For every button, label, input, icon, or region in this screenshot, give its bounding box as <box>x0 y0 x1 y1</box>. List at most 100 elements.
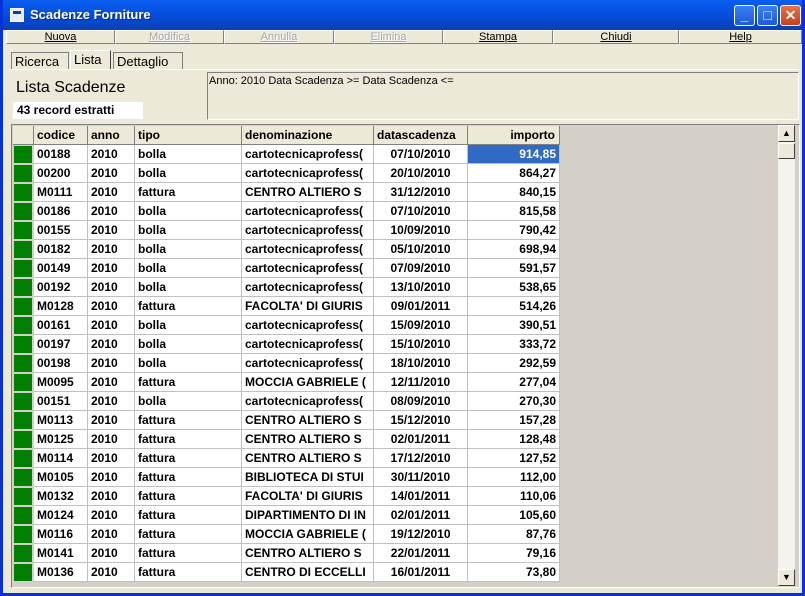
cell-tipo[interactable]: bolla <box>135 354 242 373</box>
cell-codice[interactable]: M0114 <box>34 449 88 468</box>
cell-importo[interactable]: 73,80 <box>468 563 560 582</box>
table-row[interactable]: M0111 2010 fattura CENTRO ALTIERO S 31/12/20… <box>13 183 560 202</box>
cell-denominazione[interactable]: FACOLTA' DI GIURIS <box>242 487 374 506</box>
cell-codice[interactable]: M0132 <box>34 487 88 506</box>
cell-importo[interactable]: 110,06 <box>468 487 560 506</box>
cell-anno[interactable]: 2010 <box>88 316 135 335</box>
cell-denominazione[interactable]: cartotecnicaprofess( <box>242 354 374 373</box>
cell-denominazione[interactable]: CENTRO DI ECCELLI <box>242 563 374 582</box>
cell-importo[interactable]: 277,04 <box>468 373 560 392</box>
row-selector[interactable] <box>14 393 32 410</box>
table-row[interactable]: M0105 2010 fattura BIBLIOTECA DI STUI 30/11/… <box>13 468 560 487</box>
cell-tipo[interactable]: bolla <box>135 164 242 183</box>
table-row[interactable]: M0113 2010 fattura CENTRO ALTIERO S 15/12/20… <box>13 411 560 430</box>
column-header-anno[interactable]: anno <box>88 126 135 145</box>
row-selector[interactable] <box>14 526 32 543</box>
row-selector[interactable] <box>14 260 32 277</box>
cell-datascadenza[interactable]: 07/10/2010 <box>374 202 468 221</box>
row-selector[interactable] <box>14 564 32 581</box>
cell-tipo[interactable]: fattura <box>135 563 242 582</box>
tab-dettaglio[interactable]: Dettaglio <box>113 52 183 69</box>
toolbar-button-stampa[interactable]: Stampa <box>443 30 553 44</box>
close-button[interactable]: ✕ <box>780 5 801 26</box>
row-selector[interactable] <box>14 317 32 334</box>
cell-datascadenza[interactable]: 15/12/2010 <box>374 411 468 430</box>
cell-importo[interactable]: 914,85 <box>468 145 560 164</box>
cell-denominazione[interactable]: MOCCIA GABRIELE ( <box>242 525 374 544</box>
cell-tipo[interactable]: fattura <box>135 373 242 392</box>
cell-tipo[interactable]: bolla <box>135 335 242 354</box>
cell-codice[interactable]: 00161 <box>34 316 88 335</box>
toolbar-button-help[interactable]: Help <box>679 30 802 44</box>
cell-codice[interactable]: 00200 <box>34 164 88 183</box>
cell-tipo[interactable]: fattura <box>135 183 242 202</box>
cell-datascadenza[interactable]: 02/01/2011 <box>374 430 468 449</box>
cell-tipo[interactable]: fattura <box>135 297 242 316</box>
cell-tipo[interactable]: fattura <box>135 506 242 525</box>
cell-denominazione[interactable]: CENTRO ALTIERO S <box>242 411 374 430</box>
row-selector[interactable] <box>14 469 32 486</box>
cell-anno[interactable]: 2010 <box>88 487 135 506</box>
cell-anno[interactable]: 2010 <box>88 164 135 183</box>
row-selector[interactable] <box>14 203 32 220</box>
table-row[interactable]: M0141 2010 fattura CENTRO ALTIERO S 22/01/20… <box>13 544 560 563</box>
cell-anno[interactable]: 2010 <box>88 259 135 278</box>
tab-lista[interactable]: Lista <box>70 50 111 70</box>
table-row[interactable]: M0124 2010 fattura DIPARTIMENTO DI IN 02/01/… <box>13 506 560 525</box>
cell-anno[interactable]: 2010 <box>88 278 135 297</box>
cell-denominazione[interactable]: cartotecnicaprofess( <box>242 145 374 164</box>
cell-tipo[interactable]: fattura <box>135 468 242 487</box>
cell-codice[interactable]: M0111 <box>34 183 88 202</box>
row-selector[interactable] <box>14 184 32 201</box>
maximize-button[interactable]: □ <box>757 5 778 26</box>
table-row[interactable]: M0125 2010 fattura CENTRO ALTIERO S 02/01/20… <box>13 430 560 449</box>
cell-importo[interactable]: 128,48 <box>468 430 560 449</box>
cell-importo[interactable]: 270,30 <box>468 392 560 411</box>
cell-codice[interactable]: M0095 <box>34 373 88 392</box>
cell-anno[interactable]: 2010 <box>88 183 135 202</box>
cell-anno[interactable]: 2010 <box>88 411 135 430</box>
cell-codice[interactable]: 00182 <box>34 240 88 259</box>
cell-denominazione[interactable]: cartotecnicaprofess( <box>242 221 374 240</box>
cell-tipo[interactable]: bolla <box>135 240 242 259</box>
cell-datascadenza[interactable]: 12/11/2010 <box>374 373 468 392</box>
cell-tipo[interactable]: fattura <box>135 411 242 430</box>
table-row[interactable]: 00198 2010 bolla cartotecnicaprofess(18/10/… <box>13 354 560 373</box>
cell-datascadenza[interactable]: 15/09/2010 <box>374 316 468 335</box>
cell-datascadenza[interactable]: 07/10/2010 <box>374 145 468 164</box>
cell-codice[interactable]: M0141 <box>34 544 88 563</box>
toolbar-button-nuova[interactable]: Nuova <box>6 30 115 44</box>
cell-datascadenza[interactable]: 31/12/2010 <box>374 183 468 202</box>
cell-datascadenza[interactable]: 16/01/2011 <box>374 563 468 582</box>
cell-denominazione[interactable]: CENTRO ALTIERO S <box>242 430 374 449</box>
cell-denominazione[interactable]: cartotecnicaprofess( <box>242 259 374 278</box>
cell-tipo[interactable]: bolla <box>135 221 242 240</box>
cell-tipo[interactable]: fattura <box>135 449 242 468</box>
cell-importo[interactable]: 105,60 <box>468 506 560 525</box>
cell-codice[interactable]: M0113 <box>34 411 88 430</box>
cell-denominazione[interactable]: DIPARTIMENTO DI IN <box>242 506 374 525</box>
cell-codice[interactable]: 00155 <box>34 221 88 240</box>
row-selector[interactable] <box>14 146 32 163</box>
row-selector[interactable] <box>14 488 32 505</box>
cell-codice[interactable]: M0116 <box>34 525 88 544</box>
row-selector[interactable] <box>14 336 32 353</box>
scroll-thumb[interactable] <box>778 143 795 159</box>
table-row[interactable]: M0136 2010 fattura CENTRO DI ECCELLI 16/01/2… <box>13 563 560 582</box>
cell-tipo[interactable]: fattura <box>135 525 242 544</box>
row-selector[interactable] <box>14 241 32 258</box>
cell-denominazione[interactable]: cartotecnicaprofess( <box>242 335 374 354</box>
cell-datascadenza[interactable]: 13/10/2010 <box>374 278 468 297</box>
cell-anno[interactable]: 2010 <box>88 145 135 164</box>
cell-anno[interactable]: 2010 <box>88 563 135 582</box>
cell-tipo[interactable]: bolla <box>135 202 242 221</box>
table-row[interactable]: 00155 2010 bolla cartotecnicaprofess(10/09/… <box>13 221 560 240</box>
cell-importo[interactable]: 157,28 <box>468 411 560 430</box>
cell-denominazione[interactable]: cartotecnicaprofess( <box>242 278 374 297</box>
row-selector[interactable] <box>14 355 32 372</box>
cell-denominazione[interactable]: CENTRO ALTIERO S <box>242 544 374 563</box>
cell-denominazione[interactable]: cartotecnicaprofess( <box>242 392 374 411</box>
cell-datascadenza[interactable]: 17/12/2010 <box>374 449 468 468</box>
row-selector[interactable] <box>14 507 32 524</box>
row-selector[interactable] <box>14 279 32 296</box>
